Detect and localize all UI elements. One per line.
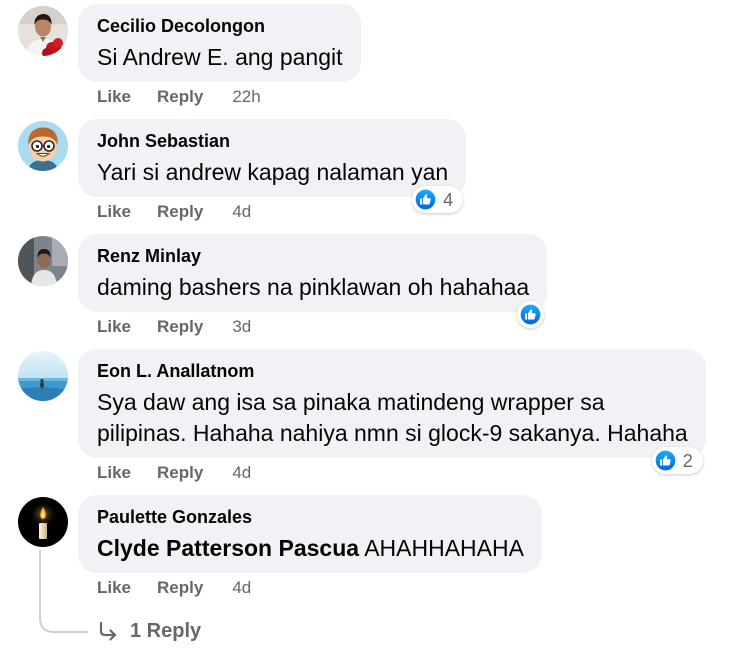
mention-link[interactable]: Clyde Patterson Pascua bbox=[97, 535, 359, 561]
author-avatar[interactable] bbox=[18, 121, 68, 171]
comment-text: Sya daw ang isa sa pinaka matindeng wrap… bbox=[97, 387, 688, 449]
like-button[interactable]: Like bbox=[97, 463, 131, 483]
comment: Renz Minlay daming bashers na pinklawan … bbox=[0, 234, 750, 344]
like-reaction-icon bbox=[653, 449, 677, 472]
comment-author[interactable]: Cecilio Decolongon bbox=[97, 14, 343, 38]
comment-text-line: Sya daw ang isa sa pinaka matindeng wrap… bbox=[97, 389, 605, 415]
comment: John Sebastian Yari si andrew kapag nala… bbox=[0, 119, 750, 229]
comment-bubble: Paulette Gonzales Clyde Patterson Pascua… bbox=[78, 495, 542, 573]
like-reaction-icon bbox=[519, 303, 542, 326]
view-replies-label: 1 Reply bbox=[130, 620, 202, 642]
comment-actions: Like Reply 4d bbox=[78, 578, 251, 598]
comment: Paulette Gonzales Clyde Patterson Pascua… bbox=[0, 495, 750, 605]
comment-bubble: John Sebastian Yari si andrew kapag nala… bbox=[78, 119, 467, 213]
comment-body: Renz Minlay daming bashers na pinklawan … bbox=[78, 234, 548, 337]
comment-actions: Like Reply 22h bbox=[78, 87, 261, 107]
comment: Cecilio Decolongon Si Andrew E. ang pang… bbox=[0, 4, 750, 114]
comment-actions: Like Reply 4d bbox=[78, 202, 251, 222]
comment-timestamp[interactable]: 4d bbox=[232, 202, 251, 222]
reply-button[interactable]: Reply bbox=[157, 202, 203, 222]
author-avatar[interactable] bbox=[18, 497, 68, 547]
comment-text: Clyde Patterson Pascua AHAHHAHAHA bbox=[97, 533, 524, 564]
comment-bubble: Eon L. Anallatnom Sya daw ang isa sa pin… bbox=[78, 349, 706, 474]
comment-actions: Like Reply 4d bbox=[78, 463, 251, 483]
comment-actions: Like Reply 3d bbox=[78, 317, 251, 337]
like-button[interactable]: Like bbox=[97, 578, 131, 598]
reaction-count: 2 bbox=[682, 450, 693, 471]
reaction-summary[interactable]: 2 bbox=[651, 447, 703, 474]
author-avatar[interactable] bbox=[18, 236, 68, 286]
comment-body: Paulette Gonzales Clyde Patterson Pascua… bbox=[78, 495, 542, 598]
like-button[interactable]: Like bbox=[97, 202, 131, 222]
reaction-summary[interactable] bbox=[517, 301, 545, 328]
comment-text-line: pilipinas. Hahaha nahiya nmn si glock-9 … bbox=[97, 420, 688, 446]
reply-button[interactable]: Reply bbox=[157, 463, 203, 483]
comment-body: Eon L. Anallatnom Sya daw ang isa sa pin… bbox=[78, 349, 706, 483]
comment-author[interactable]: Paulette Gonzales bbox=[97, 505, 524, 529]
comment-timestamp[interactable]: 3d bbox=[232, 317, 251, 337]
comment-author[interactable]: John Sebastian bbox=[97, 129, 448, 153]
comment-timestamp[interactable]: 4d bbox=[232, 578, 251, 598]
comment-timestamp[interactable]: 22h bbox=[232, 87, 260, 107]
comment-text: Si Andrew E. ang pangit bbox=[97, 44, 343, 70]
comment-bubble: Cecilio Decolongon Si Andrew E. ang pang… bbox=[78, 4, 361, 82]
comment: Eon L. Anallatnom Sya daw ang isa sa pin… bbox=[0, 349, 750, 489]
reply-thread-line bbox=[39, 550, 88, 633]
comment-author[interactable]: Eon L. Anallatnom bbox=[97, 359, 688, 383]
like-button[interactable]: Like bbox=[97, 87, 131, 107]
reply-button[interactable]: Reply bbox=[157, 87, 203, 107]
comment-author[interactable]: Renz Minlay bbox=[97, 244, 529, 268]
reply-button[interactable]: Reply bbox=[157, 317, 203, 337]
like-reaction-icon bbox=[414, 188, 437, 211]
view-replies-link[interactable]: 1 Reply bbox=[97, 619, 201, 643]
author-avatar[interactable] bbox=[18, 351, 68, 401]
comment-text-body: AHAHHAHAHA bbox=[364, 535, 524, 561]
comment-bubble: Renz Minlay daming bashers na pinklawan … bbox=[78, 234, 548, 328]
reply-button[interactable]: Reply bbox=[157, 578, 203, 598]
author-avatar[interactable] bbox=[18, 6, 68, 56]
comment-text: daming bashers na pinklawan oh hahahaa bbox=[97, 274, 530, 300]
comment-body: John Sebastian Yari si andrew kapag nala… bbox=[78, 119, 467, 222]
like-button[interactable]: Like bbox=[97, 317, 131, 337]
comment-timestamp[interactable]: 4d bbox=[232, 463, 251, 483]
comment-text: Yari si andrew kapag nalaman yan bbox=[97, 159, 449, 185]
reaction-count: 4 bbox=[443, 189, 454, 210]
comment-body: Cecilio Decolongon Si Andrew E. ang pang… bbox=[78, 4, 361, 107]
reaction-summary[interactable]: 4 bbox=[412, 186, 464, 213]
reply-arrow-icon bbox=[97, 620, 119, 642]
